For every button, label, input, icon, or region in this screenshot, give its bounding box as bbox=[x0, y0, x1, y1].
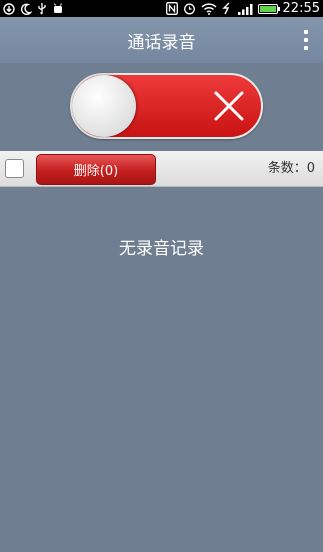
wifi-icon bbox=[201, 2, 217, 15]
overflow-menu-icon[interactable] bbox=[303, 30, 309, 50]
signal-icon bbox=[237, 3, 253, 15]
nfc-icon bbox=[165, 2, 178, 15]
title-bar: 通话录音 bbox=[0, 17, 323, 63]
delete-button[interactable]: 删除(0) bbox=[36, 154, 156, 185]
recording-toggle-switch[interactable] bbox=[70, 73, 263, 139]
status-bar-right: 22:55 bbox=[165, 0, 320, 17]
status-bar-left bbox=[3, 2, 64, 15]
page-title: 通话录音 bbox=[127, 32, 196, 53]
empty-records-message: 无录音记录 bbox=[119, 239, 204, 259]
status-bar: 22:55 bbox=[0, 0, 323, 17]
no-data-icon bbox=[221, 2, 232, 15]
moon-icon bbox=[20, 3, 32, 15]
alarm-icon bbox=[183, 2, 196, 15]
download-icon bbox=[3, 2, 15, 15]
record-count-label: 条数：0 bbox=[267, 161, 315, 176]
toggle-knob[interactable] bbox=[72, 75, 136, 137]
selection-toolbar: 删除(0) 条数：0 bbox=[0, 151, 323, 187]
usb-icon bbox=[37, 2, 47, 15]
select-all-checkbox[interactable] bbox=[5, 159, 24, 178]
battery-icon bbox=[257, 3, 280, 14]
close-x-icon bbox=[214, 91, 244, 121]
android-debug-icon bbox=[52, 2, 64, 15]
status-time: 22:55 bbox=[282, 1, 320, 16]
